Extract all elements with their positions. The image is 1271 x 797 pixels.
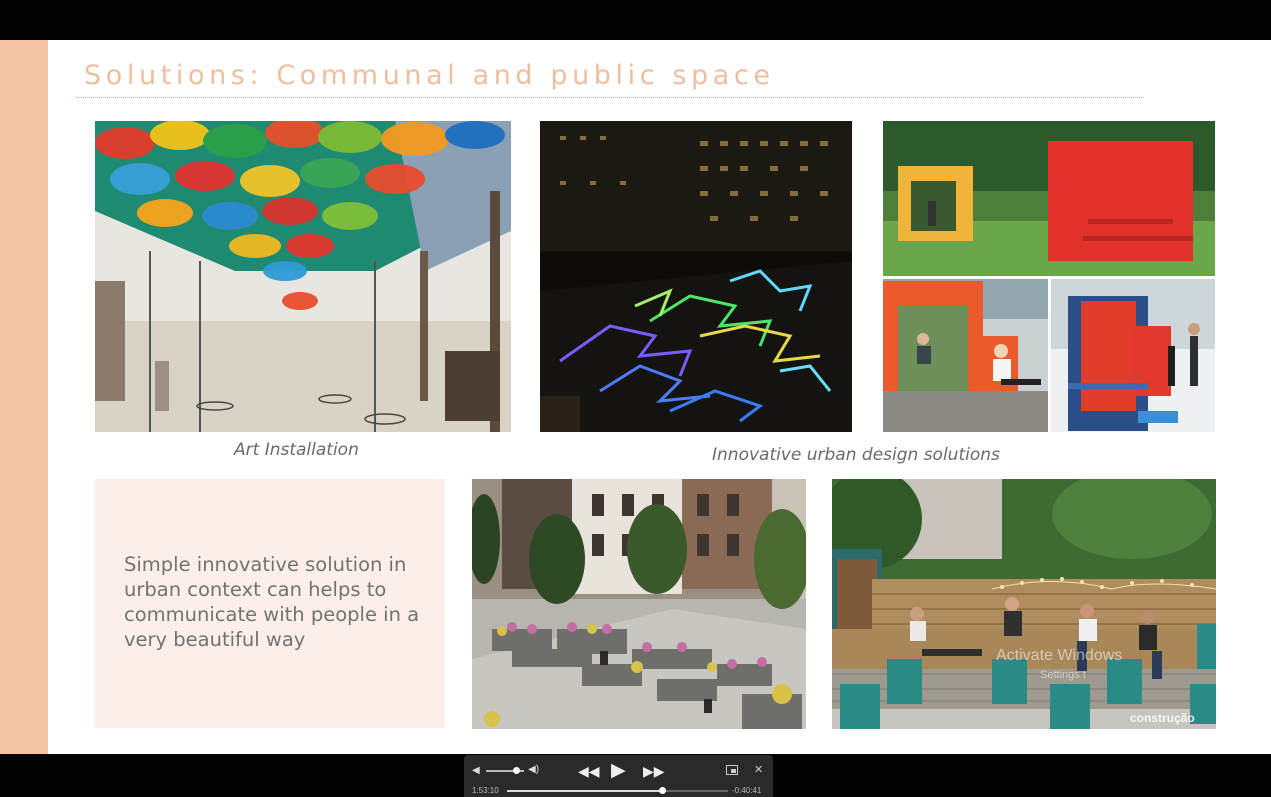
picture-in-picture-icon[interactable]: [726, 765, 738, 775]
slide-accent-strip: [0, 40, 48, 754]
activate-windows-subtext: Settings t: [1040, 669, 1086, 681]
title-divider: [76, 97, 1144, 98]
collapse-icon[interactable]: ✕: [754, 763, 763, 776]
seek-bar[interactable]: [507, 787, 728, 794]
top-letterbox-bar: [0, 0, 1271, 40]
caption-art-installation: Art Installation: [234, 440, 359, 460]
activate-windows-watermark: Activate Windows: [996, 647, 1123, 664]
volume-high-icon[interactable]: ◀): [528, 764, 539, 775]
caption-urban-design: Innovative urban design solutions: [712, 445, 1000, 465]
description-text: Simple innovative solution in urban cont…: [124, 553, 420, 651]
rewind-icon[interactable]: ◀◀: [578, 764, 600, 778]
remaining-time: -0:40:41: [732, 786, 762, 795]
fast-forward-icon[interactable]: ▶▶: [643, 764, 665, 778]
play-icon[interactable]: ▶: [611, 761, 626, 780]
seek-bar-progress: [507, 790, 662, 792]
description-textbox: Simple innovative solution in urban cont…: [95, 479, 445, 728]
volume-slider-knob[interactable]: [513, 767, 521, 774]
elapsed-time: 1:53:10: [472, 786, 499, 795]
presentation-slide: Solutions: Communal and public space Art…: [0, 40, 1271, 754]
light-maze-night-photo: [540, 121, 852, 432]
volume-low-icon[interactable]: ◀: [472, 765, 482, 776]
stepped-planters-photo: [472, 479, 806, 729]
seek-bar-knob[interactable]: [658, 787, 666, 794]
colorful-cube-pavilions-collage: [883, 121, 1215, 432]
umbrella-installation-photo: [95, 121, 511, 432]
slide-title: Solutions: Communal and public space: [84, 60, 775, 91]
construcao-logo: construção: [1130, 711, 1195, 725]
wooden-deck-seating-photo: Activate Windows Settings t construção: [832, 479, 1216, 729]
